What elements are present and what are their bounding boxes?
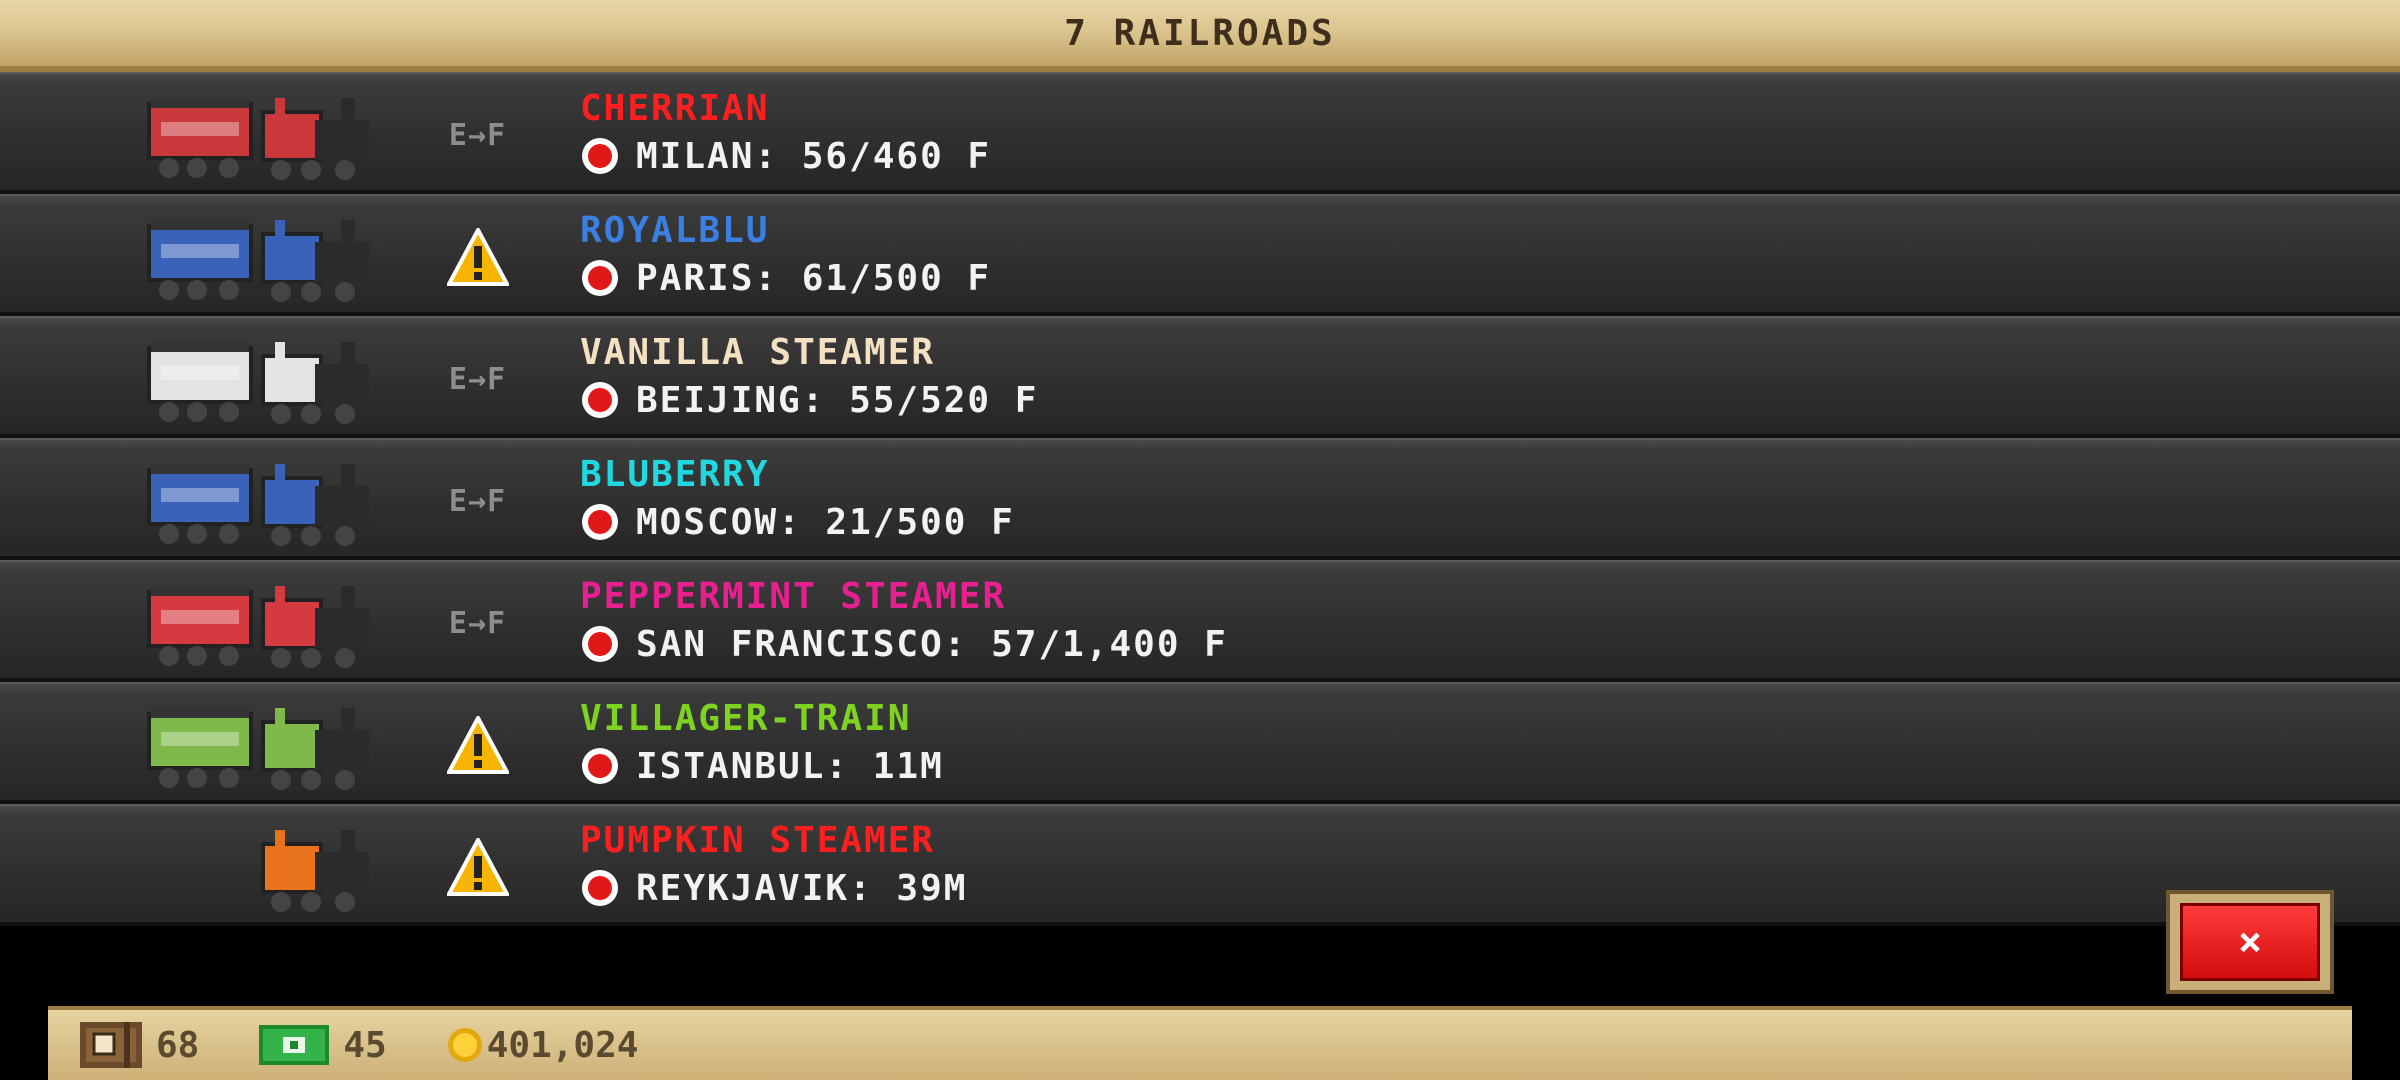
railroad-status: E→F: [440, 348, 515, 410]
resource-cash: 45: [259, 1024, 387, 1066]
railroad-name: ROYALBLU: [580, 210, 770, 251]
destination-text: MILAN: 56/460 F: [636, 135, 992, 177]
railroad-destination: MILAN: 56/460 F: [580, 132, 991, 180]
destination-text: BEIJING: 55/520 F: [636, 379, 1039, 421]
fuel-gauge-icon: E→F: [448, 605, 507, 641]
railroad-row[interactable]: ROYALBLU PARIS: 61/500 F: [0, 194, 2400, 316]
railroad-name: CHERRIAN: [580, 88, 770, 129]
destination-marker-icon: [582, 626, 618, 662]
cash-count: 45: [343, 1024, 387, 1066]
destination-text: REYKJAVIK: 39M: [636, 867, 968, 909]
warning-icon: [446, 838, 509, 896]
destination-marker-icon: [582, 504, 618, 540]
railroad-status: [440, 714, 515, 776]
warning-icon: [446, 228, 509, 286]
railroad-destination: PARIS: 61/500 F: [580, 254, 991, 302]
railroad-name: PEPPERMINT STEAMER: [580, 576, 1007, 617]
railroad-destination: REYKJAVIK: 39M: [580, 864, 967, 912]
fuel-gauge-icon: E→F: [448, 483, 507, 519]
destination-marker-icon: [582, 260, 618, 296]
railroad-status: [440, 836, 515, 898]
coins-count: 401,024: [486, 1024, 639, 1066]
railroad-destination: BEIJING: 55/520 F: [580, 376, 1038, 424]
railroad-row[interactable]: E→F PEPPERMINT STEAMER SAN FRANCISCO: 57/1…: [0, 560, 2400, 682]
railroad-destination: SAN FRANCISCO: 57/1,400 F: [580, 620, 1228, 668]
page-title: 7 RAILROADS: [1064, 12, 1336, 54]
railroad-row[interactable]: E→F CHERRIAN MILAN: 56/460 F: [0, 72, 2400, 194]
railroad-row[interactable]: E→F VANILLA STEAMER BEIJING: 55/520 F: [0, 316, 2400, 438]
destination-text: PARIS: 61/500 F: [636, 257, 992, 299]
railroad-destination: MOSCOW: 21/500 F: [580, 498, 1015, 546]
railroad-status: E→F: [440, 592, 515, 654]
cash-icon: [259, 1025, 330, 1065]
destination-text: SAN FRANCISCO: 57/1,400 F: [636, 623, 1228, 665]
railroad-list: E→F CHERRIAN MILAN: 56/460 F ROYALBLU PARIS:…: [0, 72, 2400, 926]
destination-marker-icon: [582, 748, 618, 784]
fuel-gauge-icon: E→F: [448, 361, 507, 397]
train-icon: [147, 342, 369, 424]
train-icon: [147, 586, 369, 668]
railroad-row[interactable]: E→F BLUBERRY MOSCOW: 21/500 F: [0, 438, 2400, 560]
railroad-name: VILLAGER-TRAIN: [580, 698, 912, 739]
railroad-name: BLUBERRY: [580, 454, 770, 495]
destination-marker-icon: [582, 870, 618, 906]
train-icon: [261, 830, 369, 912]
close-icon[interactable]: ×: [2180, 903, 2320, 981]
close-button[interactable]: ×: [2166, 890, 2334, 994]
destination-text: MOSCOW: 21/500 F: [636, 501, 1015, 543]
train-icon: [147, 708, 369, 790]
train-icon: [147, 98, 369, 180]
railroad-name: PUMPKIN STEAMER: [580, 820, 936, 861]
crates-count: 68: [156, 1024, 200, 1066]
resource-crates: 68: [80, 1022, 199, 1068]
header-bar: 7 RAILROADS: [0, 0, 2400, 72]
resource-coins: 401,024: [447, 1024, 639, 1066]
railroad-status: [440, 226, 515, 288]
coin-icon: [447, 1028, 482, 1062]
railroad-row[interactable]: PUMPKIN STEAMER REYKJAVIK: 39M: [0, 804, 2400, 926]
destination-marker-icon: [582, 382, 618, 418]
railroad-name: VANILLA STEAMER: [580, 332, 936, 373]
railroad-destination: ISTANBUL: 11M: [580, 742, 944, 790]
railroad-status: E→F: [440, 104, 515, 166]
railroad-status: E→F: [440, 470, 515, 532]
train-icon: [147, 464, 369, 546]
crate-icon: [80, 1022, 142, 1068]
footer-resource-bar: 68 45 401,024: [48, 1006, 2352, 1080]
train-icon: [147, 220, 369, 302]
railroad-row[interactable]: VILLAGER-TRAIN ISTANBUL: 11M: [0, 682, 2400, 804]
warning-icon: [446, 716, 509, 774]
destination-text: ISTANBUL: 11M: [636, 745, 944, 787]
fuel-gauge-icon: E→F: [448, 117, 507, 153]
destination-marker-icon: [582, 138, 618, 174]
